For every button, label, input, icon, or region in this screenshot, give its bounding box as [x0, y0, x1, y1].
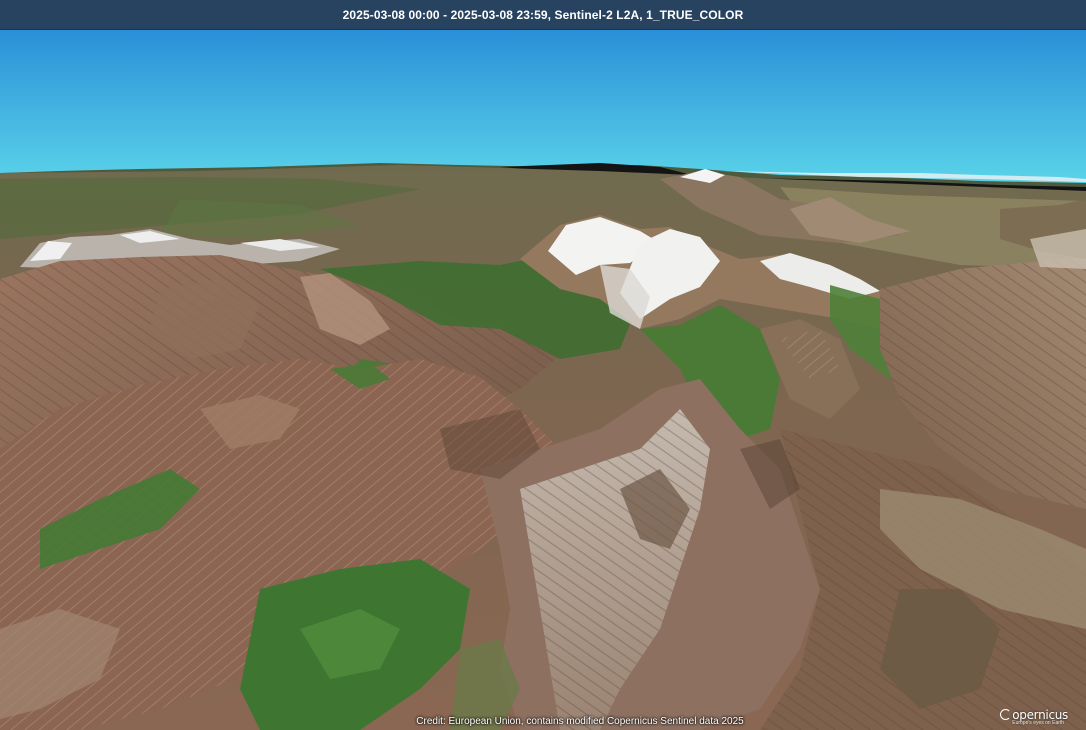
scene-title-bar: 2025-03-08 00:00 - 2025-03-08 23:59, Sen… [0, 0, 1086, 30]
logo-tagline: Europe's eyes on Earth [1012, 720, 1065, 726]
terrain-render [0, 29, 1086, 730]
scene-title: 2025-03-08 00:00 - 2025-03-08 23:59, Sen… [342, 7, 744, 22]
attribution-credit: Credit: European Union, contains modifie… [416, 716, 744, 727]
copernicus-ring-icon [1000, 709, 1012, 720]
3d-terrain-viewport[interactable] [0, 29, 1086, 730]
copernicus-logo: opernicus Europe's eyes on Earth [1000, 708, 1068, 726]
